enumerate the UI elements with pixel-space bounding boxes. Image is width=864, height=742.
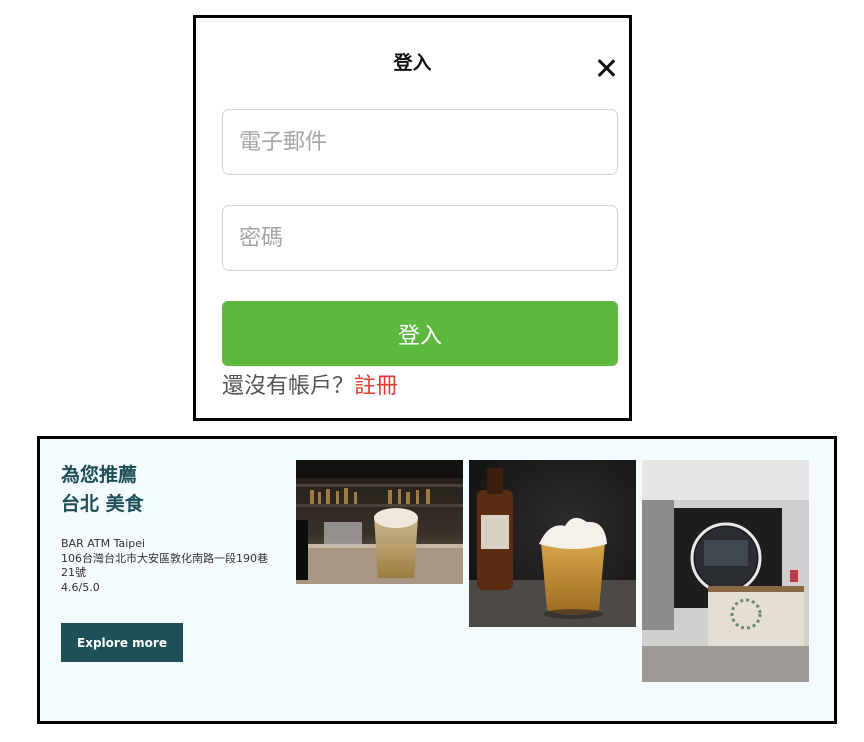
login-modal: 登入 登入 還沒有帳戶？註冊 (193, 15, 632, 421)
title-line-1: 為您推薦 (61, 464, 138, 486)
restaurant-address-line-2: 21號 (61, 566, 86, 580)
signup-row: 還沒有帳戶？註冊 (222, 368, 398, 400)
cocktail-glass-photo[interactable] (469, 460, 636, 627)
recommendation-panel: 為您推薦 台北 美食 BAR ATM Taipei 106台灣台北市大安區敦化南… (37, 436, 837, 724)
restaurant-address: 106台灣台北市大安區敦化南路一段190巷 (61, 551, 268, 565)
restaurant-info: BAR ATM Taipei 106台灣台北市大安區敦化南路一段190巷 21號… (61, 537, 286, 595)
close-icon[interactable] (594, 56, 618, 80)
password-field[interactable] (222, 205, 618, 271)
explore-more-button[interactable]: Explore more (61, 623, 183, 662)
restaurant-name: BAR ATM Taipei (61, 537, 146, 550)
signup-prompt: 還沒有帳戶？ (222, 374, 355, 399)
email-field[interactable] (222, 109, 618, 175)
title-line-2: 台北 美食 (61, 493, 144, 515)
bar-counter-photo[interactable] (296, 460, 463, 584)
bar-interior-photo[interactable] (642, 460, 809, 682)
signup-link[interactable]: 註冊 (354, 374, 398, 399)
login-button[interactable]: 登入 (222, 301, 618, 366)
modal-title: 登入 (393, 52, 432, 74)
restaurant-rating: 4.6/5.0 (61, 580, 100, 594)
recommendation-title: 為您推薦 台北 美食 (61, 461, 144, 519)
